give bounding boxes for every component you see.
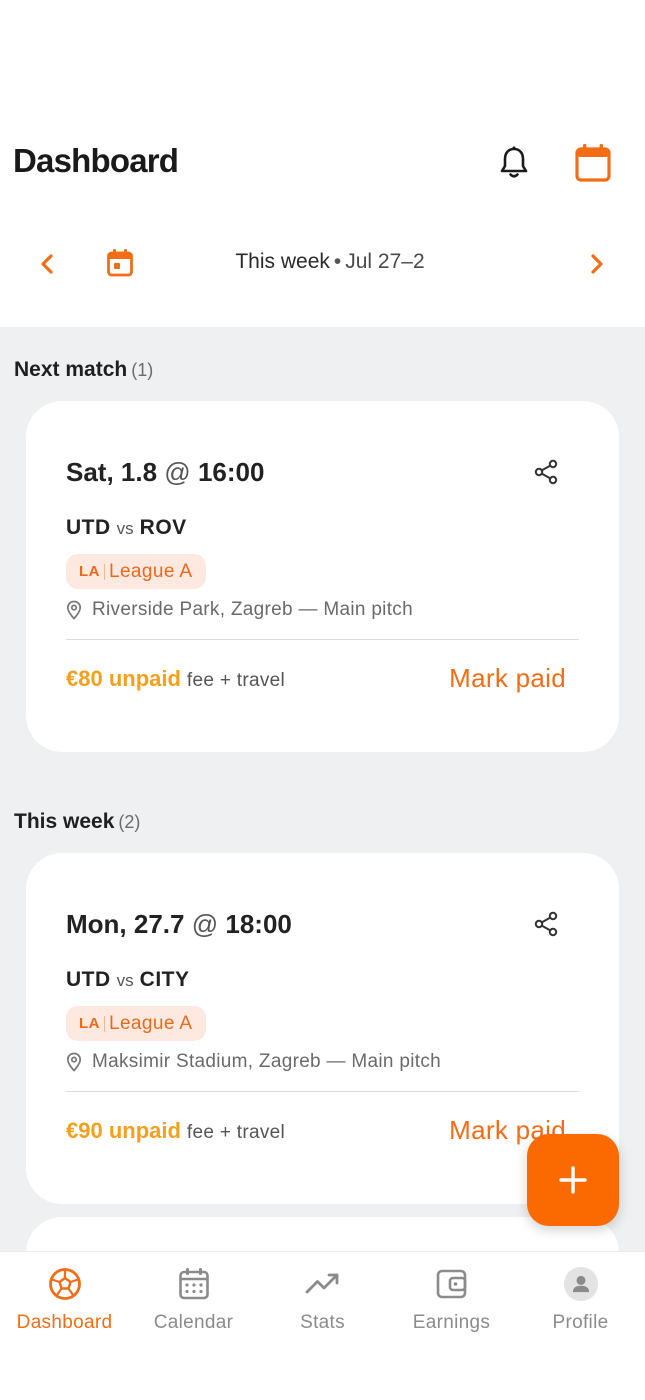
home-team: UTD (66, 516, 111, 539)
match-at: @ (191, 909, 219, 939)
match-datetime: Mon, 27.7 @ 18:00 (66, 909, 292, 940)
soccer-ball-icon (47, 1266, 83, 1302)
week-label-separator: • (333, 250, 342, 273)
section-count: (2) (118, 812, 141, 832)
calendar-icon (176, 1266, 212, 1302)
location-pin-icon (66, 600, 84, 620)
location-pin-icon (66, 1052, 84, 1072)
away-team: ROV (139, 516, 187, 539)
venue-text: Maksimir Stadium, Zagreb — Main pitch (92, 1051, 441, 1072)
section-title-next-match: Next match (1) (14, 358, 153, 382)
fee-note: fee + travel (186, 1122, 286, 1143)
league-chip: LA League A (66, 1006, 206, 1041)
section-title-this-week: This week (2) (14, 810, 140, 834)
nav-label: Calendar (153, 1312, 234, 1333)
section-title-label: Next match (14, 358, 128, 381)
notifications-button[interactable] (495, 144, 533, 182)
nav-label: Profile (552, 1312, 609, 1333)
league-name: League A (109, 1012, 193, 1034)
next-week-button[interactable] (580, 247, 614, 281)
match-date: Mon, 27.7 (66, 909, 185, 939)
match-datetime: Sat, 1.8 @ 16:00 (66, 457, 264, 488)
trending-up-icon (305, 1266, 341, 1302)
previous-week-button[interactable] (30, 247, 64, 281)
chevron-left-icon (41, 254, 53, 274)
nav-label: Earnings (412, 1312, 491, 1333)
chevron-right-icon (591, 254, 603, 274)
match-time: 16:00 (197, 457, 265, 487)
card-divider (66, 1091, 579, 1092)
nav-stats[interactable]: Stats (258, 1266, 387, 1334)
unpaid-amount: €80 unpaid (66, 666, 181, 691)
home-team: UTD (66, 968, 111, 991)
league-chip: LA League A (66, 554, 206, 589)
bell-icon (500, 146, 528, 178)
share-icon (534, 459, 558, 485)
match-teams: UTD vs ROV (66, 516, 187, 540)
today-button[interactable] (103, 246, 137, 280)
share-button[interactable] (531, 457, 561, 487)
league-abbr: LA (79, 563, 100, 580)
plus-icon (559, 1166, 587, 1194)
payment-status: €90 unpaid fee + travel (66, 1118, 285, 1144)
match-at: @ (164, 457, 191, 487)
match-venue: Maksimir Stadium, Zagreb — Main pitch (66, 1051, 441, 1073)
week-range: Jul 27–2 (345, 250, 425, 273)
card-divider (66, 639, 579, 640)
share-button[interactable] (531, 909, 561, 939)
bottom-nav: Dashboard Calendar Stats Earnings Profil… (0, 1251, 645, 1400)
match-time: 18:00 (225, 909, 292, 939)
week-label: This week • Jul 27–2 (160, 250, 500, 274)
section-title-label: This week (14, 810, 115, 833)
calendar-button[interactable] (572, 142, 614, 184)
section-count: (1) (131, 360, 154, 380)
fee-note: fee + travel (186, 670, 286, 691)
match-card[interactable]: Sat, 1.8 @ 16:00 UTD vs ROV LA League A Ri… (26, 401, 619, 752)
week-label-title: This week (235, 250, 330, 273)
match-date: Sat, 1.8 (66, 457, 158, 487)
payment-status: €80 unpaid fee + travel (66, 666, 285, 692)
nav-profile[interactable]: Profile (516, 1266, 645, 1334)
profile-icon (563, 1266, 599, 1302)
nav-calendar[interactable]: Calendar (129, 1266, 258, 1334)
share-icon (534, 911, 558, 937)
match-venue: Riverside Park, Zagreb — Main pitch (66, 599, 413, 621)
add-match-button[interactable] (527, 1134, 619, 1226)
unpaid-amount: €90 unpaid (66, 1118, 181, 1143)
venue-text: Riverside Park, Zagreb — Main pitch (92, 599, 413, 620)
league-abbr: LA (79, 1015, 100, 1032)
vs-label: vs (116, 971, 134, 990)
calendar-icon (575, 144, 611, 182)
calendar-today-icon (107, 249, 133, 277)
vs-label: vs (116, 519, 134, 538)
league-name: League A (109, 560, 193, 582)
nav-dashboard[interactable]: Dashboard (0, 1266, 129, 1334)
away-team: CITY (139, 968, 190, 991)
nav-label: Stats (300, 1312, 345, 1333)
chip-divider (104, 1015, 105, 1032)
wallet-icon (434, 1266, 470, 1302)
chip-divider (104, 563, 105, 580)
match-teams: UTD vs CITY (66, 968, 190, 992)
nav-label: Dashboard (16, 1312, 113, 1333)
mark-paid-button[interactable]: Mark paid (449, 663, 566, 694)
page-title: Dashboard (13, 142, 179, 179)
nav-earnings[interactable]: Earnings (387, 1266, 516, 1334)
